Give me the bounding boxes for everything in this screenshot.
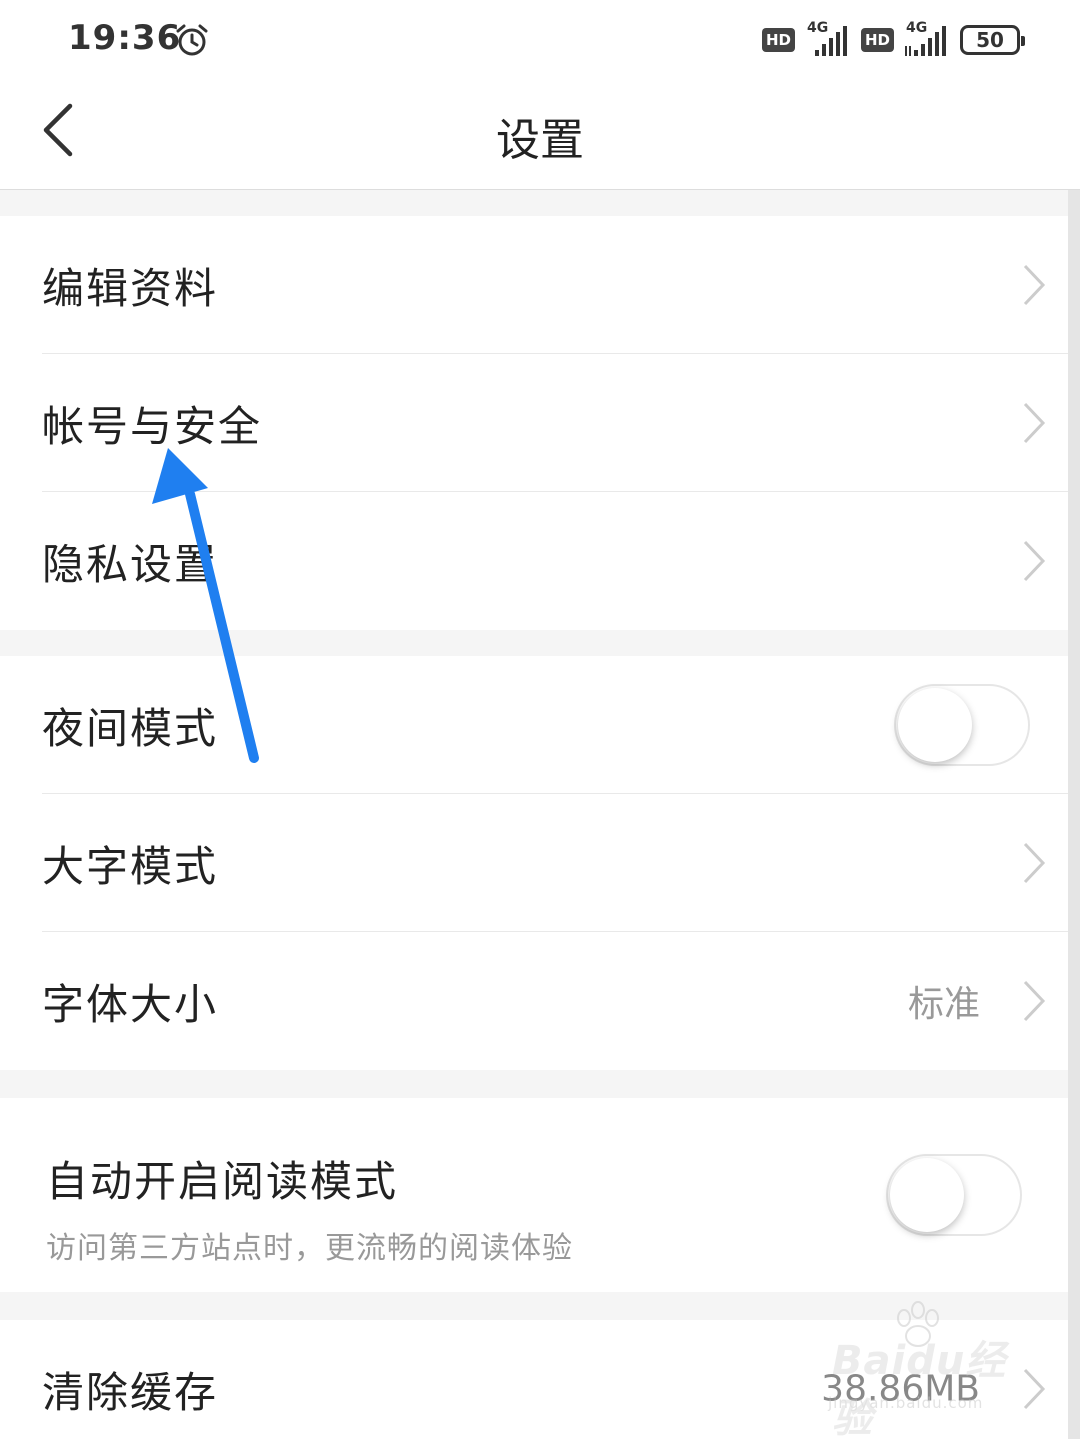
toggle-knob: [890, 1158, 964, 1232]
battery-icon: 50: [960, 25, 1025, 55]
cache-size-value: 38.86MB: [821, 1368, 980, 1410]
account-security-item[interactable]: 帐号与安全: [0, 354, 1068, 492]
auto-reading-mode-toggle[interactable]: [886, 1154, 1022, 1236]
signal-strength-icon-2: 4G: [904, 20, 950, 58]
settings-group-display: 夜间模式 大字模式 字体大小 标准: [0, 656, 1068, 1070]
edit-profile-label: 编辑资料: [42, 263, 219, 313]
chevron-right-icon: [1023, 1368, 1046, 1410]
font-size-label: 字体大小: [42, 979, 219, 1029]
page-title: 设置: [496, 115, 584, 166]
chevron-right-icon: [1023, 842, 1046, 884]
night-mode-toggle[interactable]: [894, 684, 1030, 766]
large-text-mode-item[interactable]: 大字模式: [0, 794, 1068, 932]
alarm-clock-icon: [176, 24, 208, 56]
font-size-item[interactable]: 字体大小 标准: [0, 932, 1068, 1070]
chevron-right-icon: [1023, 264, 1046, 306]
account-security-label: 帐号与安全: [42, 401, 263, 451]
status-icons: HD 4G HD 4G 50: [761, 20, 1025, 60]
chevron-right-icon: [1023, 980, 1046, 1022]
auto-reading-mode-item: 自动开启阅读模式 访问第三方站点时，更流畅的阅读体验: [0, 1098, 1068, 1292]
privacy-settings-item[interactable]: 隐私设置: [0, 492, 1068, 630]
night-mode-label: 夜间模式: [42, 703, 219, 753]
signal-strength-icon: 4G: [805, 20, 851, 58]
settings-group-storage: 清除缓存 38.86MB: [0, 1320, 1068, 1439]
hd-badge: HD: [761, 28, 795, 52]
large-text-mode-label: 大字模式: [42, 841, 219, 891]
font-size-value: 标准: [907, 984, 980, 1025]
settings-group-reading: 自动开启阅读模式 访问第三方站点时，更流畅的阅读体验: [0, 1098, 1068, 1292]
nav-bar: 设置: [0, 80, 1080, 190]
clear-cache-label: 清除缓存: [42, 1367, 219, 1417]
clear-cache-item[interactable]: 清除缓存 38.86MB: [0, 1320, 1068, 1439]
chevron-right-icon: [1023, 540, 1046, 582]
edit-profile-item[interactable]: 编辑资料: [0, 216, 1068, 354]
chevron-right-icon: [1023, 402, 1046, 444]
privacy-settings-label: 隐私设置: [42, 539, 219, 589]
battery-level: 50: [976, 28, 1004, 52]
status-time: 19:36: [68, 18, 182, 58]
scrollbar[interactable]: [1068, 190, 1080, 1439]
toggle-knob: [898, 688, 972, 762]
hd-badge-2: HD: [860, 28, 894, 52]
settings-group-profile: 编辑资料 帐号与安全 隐私设置: [0, 216, 1068, 630]
night-mode-item: 夜间模式: [0, 656, 1068, 794]
status-bar: 19:36 HD 4G HD 4G 50: [0, 0, 1080, 80]
